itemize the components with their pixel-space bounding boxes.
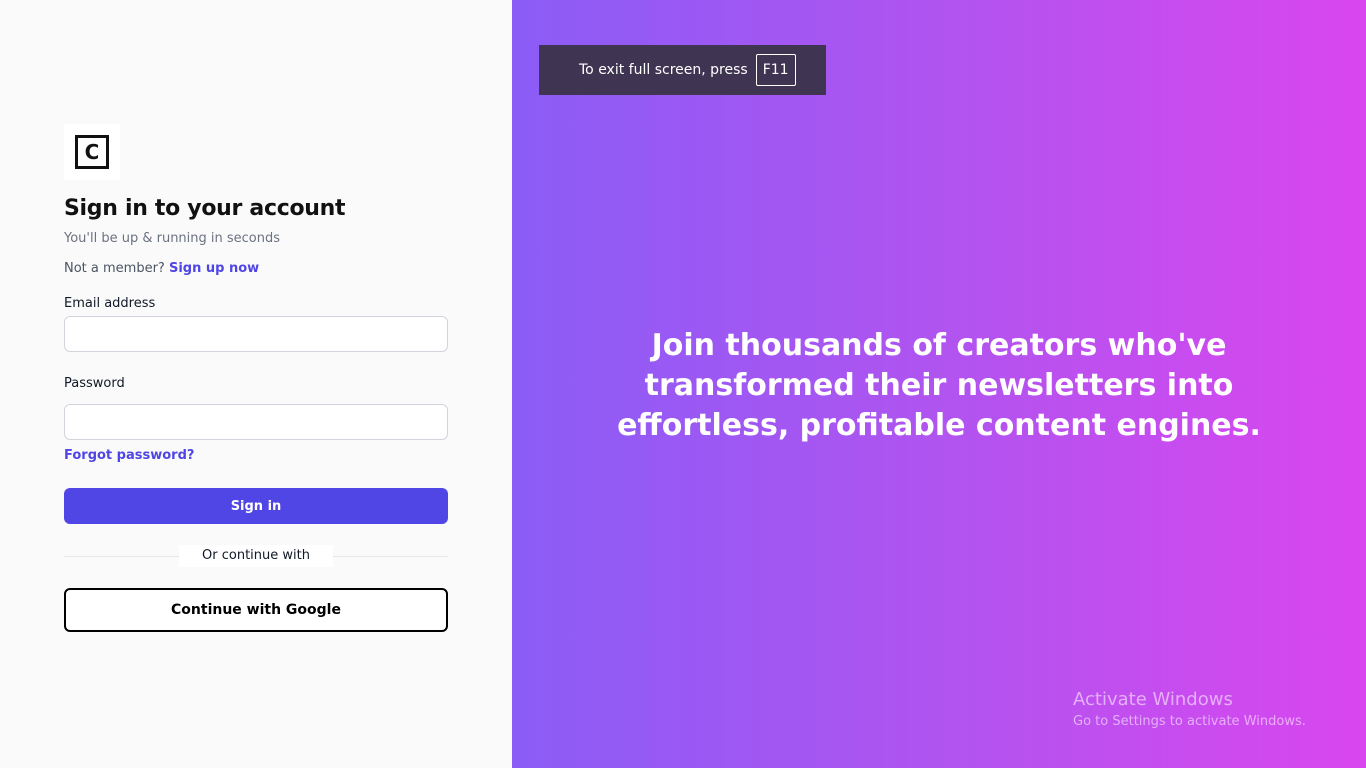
signin-panel: C Sign in to your account You'll be up &… <box>0 0 512 768</box>
email-label: Email address <box>64 296 156 311</box>
logo-letter: C <box>75 135 109 169</box>
signup-link[interactable]: Sign up now <box>169 261 259 276</box>
fullscreen-notice: To exit full screen, press F11 <box>539 45 826 95</box>
divider-text: Or continue with <box>179 545 333 567</box>
email-field[interactable] <box>64 316 448 352</box>
watermark-title: Activate Windows <box>1073 689 1233 710</box>
member-prompt-text: Not a member? <box>64 261 165 276</box>
fullscreen-text: To exit full screen, press <box>579 62 748 78</box>
sign-in-button[interactable]: Sign in <box>64 488 448 524</box>
forgot-password-link[interactable]: Forgot password? <box>64 448 194 463</box>
fullscreen-key: F11 <box>755 54 796 86</box>
password-field[interactable] <box>64 404 448 440</box>
continue-with-google-button[interactable]: Continue with Google <box>64 588 448 632</box>
member-prompt: Not a member? Sign up now <box>64 261 259 276</box>
password-label: Password <box>64 376 125 391</box>
page-title: Sign in to your account <box>64 196 346 221</box>
watermark-subtitle: Go to Settings to activate Windows. <box>1073 714 1306 729</box>
activate-windows-watermark: Activate Windows Go to Settings to activ… <box>1073 689 1306 729</box>
hero-headline: Join thousands of creators who've transf… <box>617 328 1261 443</box>
brand-logo: C <box>64 124 120 180</box>
page-subtitle: You'll be up & running in seconds <box>64 231 281 246</box>
